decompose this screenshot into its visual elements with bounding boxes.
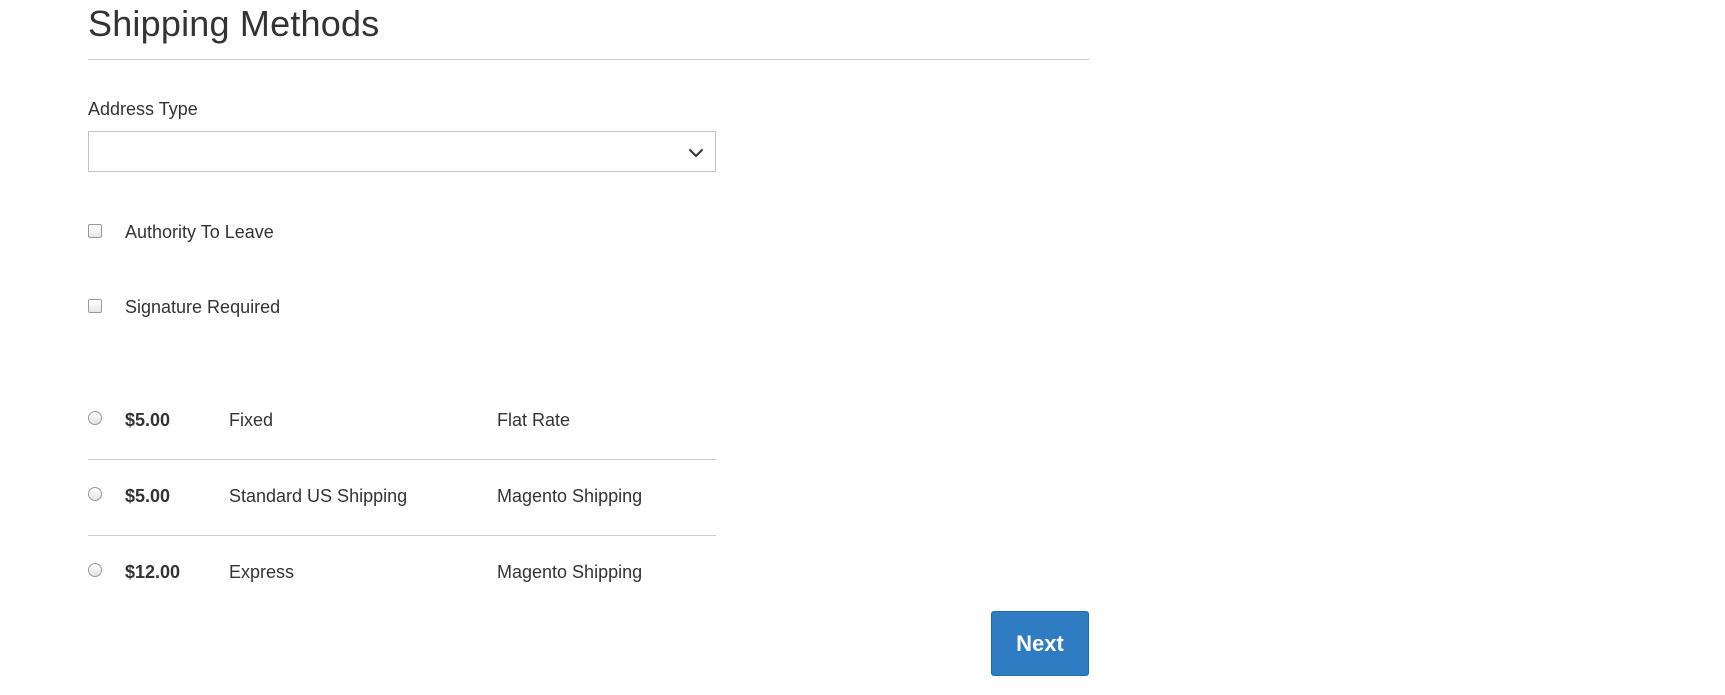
authority-to-leave-label: Authority To Leave [125, 222, 274, 242]
signature-required-label: Signature Required [125, 297, 281, 317]
shipping-methods-page: Shipping Methods Address Type Authority … [0, 0, 1725, 695]
shipping-rate-price: $5.00 [125, 410, 171, 430]
shipping-rate-price: $12.00 [125, 562, 181, 582]
shipping-rate-radio[interactable] [88, 411, 102, 425]
shipping-rate-row[interactable]: $5.00 Fixed Flat Rate [88, 383, 716, 460]
shipping-rate-method: Express [229, 562, 295, 582]
shipping-rate-row[interactable]: $5.00 Standard US Shipping Magento Shipp… [88, 459, 716, 536]
shipping-rate-carrier: Flat Rate [497, 410, 571, 430]
authority-to-leave-checkbox[interactable] [88, 224, 102, 238]
section-title: Shipping Methods [88, 3, 380, 44]
address-type-label: Address Type [88, 99, 198, 119]
address-type-select[interactable] [88, 131, 716, 172]
shipping-rate-carrier: Magento Shipping [497, 562, 643, 582]
shipping-rate-radio[interactable] [88, 563, 102, 577]
next-button[interactable]: Next [991, 611, 1089, 676]
shipping-rate-method: Fixed [229, 410, 274, 430]
shipping-rate-carrier: Magento Shipping [497, 486, 643, 506]
shipping-rate-row[interactable]: $12.00 Express Magento Shipping [88, 535, 716, 611]
title-divider [88, 59, 1089, 60]
shipping-rate-price: $5.00 [125, 486, 171, 506]
shipping-rate-radio[interactable] [88, 487, 102, 501]
chevron-down-icon [689, 149, 703, 157]
signature-required-checkbox[interactable] [88, 299, 102, 313]
shipping-rate-method: Standard US Shipping [229, 486, 408, 506]
